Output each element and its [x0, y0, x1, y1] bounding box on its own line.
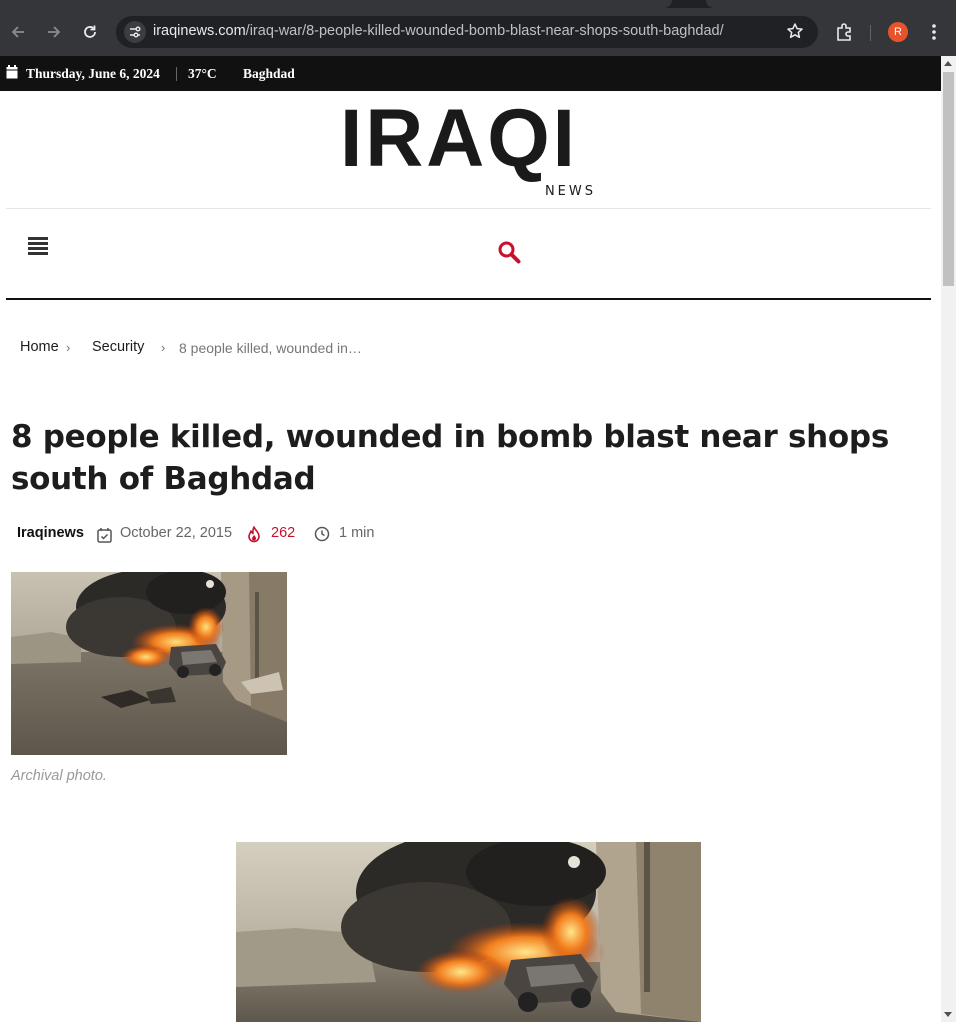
- article-title: 8 people killed, wounded in bomb blast n…: [11, 419, 889, 497]
- extensions-icon[interactable]: [834, 22, 854, 42]
- breadcrumb-section[interactable]: Security: [92, 339, 144, 355]
- back-icon[interactable]: [5, 19, 31, 45]
- topbar-divider: [176, 67, 177, 81]
- search-icon[interactable]: [497, 240, 523, 266]
- site-info-icon[interactable]: [124, 21, 146, 43]
- breadcrumb-current: 8 people killed, wounded in…: [179, 340, 362, 356]
- active-tab[interactable]: [0, 0, 672, 8]
- clock-icon: [314, 526, 330, 546]
- topbar-city: Baghdad: [243, 66, 295, 81]
- reload-icon[interactable]: [77, 19, 103, 45]
- chevron-right-icon: ›: [66, 340, 71, 355]
- scroll-down-icon[interactable]: [944, 1012, 952, 1017]
- toolbar-divider: [870, 25, 871, 41]
- bookmark-star-icon[interactable]: [786, 22, 804, 45]
- topbar-date: Thursday, June 6, 2024: [26, 66, 160, 81]
- fire-icon: [247, 526, 261, 547]
- breadcrumb-home[interactable]: Home: [20, 339, 59, 355]
- forward-icon[interactable]: [41, 19, 67, 45]
- scroll-up-icon[interactable]: [944, 61, 952, 66]
- article-views: 262: [271, 525, 296, 541]
- logo-subtitle: NEWS: [544, 184, 596, 199]
- browser-toolbar: iraqinews.com/iraq-war/8-people-killed-w…: [0, 8, 956, 56]
- profile-avatar[interactable]: R: [888, 22, 908, 42]
- url-domain: iraqinews.com: [153, 23, 246, 39]
- site-logo[interactable]: IRAQI NEWS: [340, 98, 600, 202]
- calendar-check-icon: [97, 527, 112, 547]
- tab-strip: [0, 0, 956, 8]
- logo-word: IRAQI: [340, 93, 578, 184]
- header-divider: [6, 208, 931, 209]
- inactive-tab[interactable]: [706, 0, 956, 8]
- url-path: /iraq-war/8-people-killed-wounded-bomb-b…: [245, 23, 724, 39]
- scroll-thumb[interactable]: [943, 72, 954, 286]
- article-read-time: 1 min: [339, 525, 375, 541]
- article-date: October 22, 2015: [120, 525, 233, 541]
- address-bar[interactable]: iraqinews.com/iraq-war/8-people-killed-w…: [116, 16, 818, 48]
- calendar-icon: [6, 65, 18, 83]
- topbar-temperature: 37°C: [188, 66, 217, 81]
- chevron-right-icon: ›: [161, 340, 166, 355]
- article-thumbnail-image: [11, 572, 287, 755]
- hamburger-menu-icon[interactable]: [28, 237, 48, 259]
- article-author[interactable]: Iraqinews: [17, 525, 84, 541]
- article-main-image: [236, 842, 701, 1022]
- url-text[interactable]: iraqinews.com/iraq-war/8-people-killed-w…: [153, 23, 724, 39]
- profile-initial: R: [888, 22, 908, 42]
- nav-divider: [6, 298, 931, 300]
- image-caption: Archival photo.: [11, 768, 107, 784]
- site-topbar: Thursday, June 6, 2024 37°C Baghdad: [0, 56, 941, 91]
- kebab-menu-icon[interactable]: [926, 22, 942, 42]
- page-scrollbar[interactable]: [941, 56, 956, 1022]
- moon-icon: [225, 67, 235, 83]
